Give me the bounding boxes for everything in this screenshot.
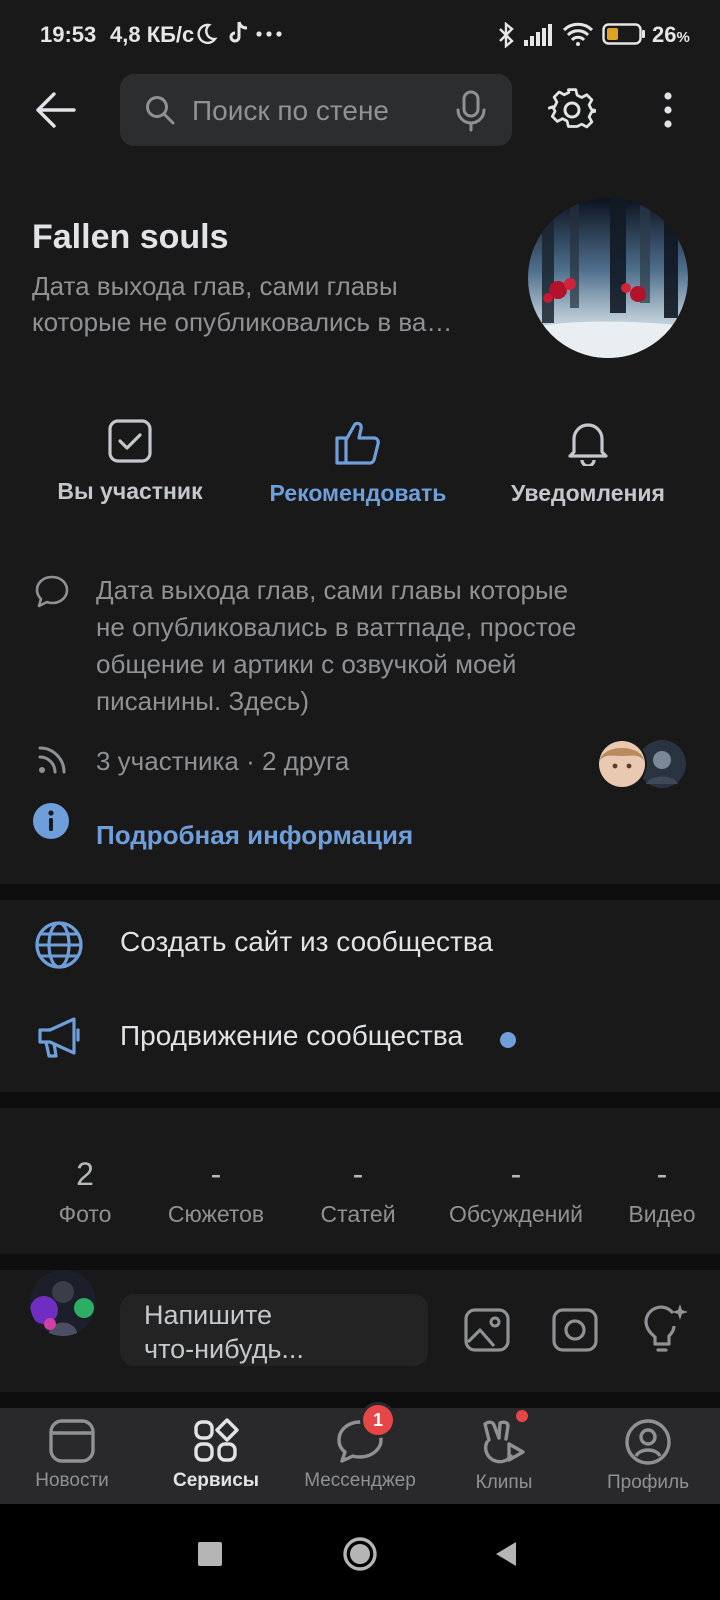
user-avatar[interactable] [30, 1270, 96, 1336]
tab-label: Клипы [475, 1472, 533, 1493]
rss-icon [36, 744, 68, 776]
counter-value: - [210, 1156, 222, 1192]
counter-label: Статей [320, 1201, 396, 1227]
clips-icon [432, 1410, 576, 1466]
tab-label: Сервисы [172, 1470, 260, 1491]
thumbs-up-icon [248, 418, 468, 466]
new-indicator-dot [500, 1032, 516, 1048]
counter-photos[interactable]: 2 Фото [40, 1156, 130, 1228]
microphone-icon[interactable] [456, 90, 486, 132]
create-site-label: Создать сайт из сообщества [120, 926, 494, 957]
community-status-line: которые не опубликовались в ва… [32, 307, 453, 337]
tiktok-icon [226, 20, 250, 46]
status-bar: 19:53 4,8 КБ/с 26% [0, 0, 720, 70]
counter-value: - [656, 1156, 668, 1192]
profile-icon [576, 1418, 720, 1466]
info-icon [32, 802, 70, 840]
counter-value: - [352, 1156, 364, 1192]
more-info-link[interactable]: Подробная информация [96, 820, 413, 851]
description-line: не опубликовались в ваттпаде, простое [96, 612, 577, 642]
search-placeholder[interactable]: Поиск по стене [192, 95, 389, 127]
battery-icon [602, 22, 646, 46]
wifi-icon [562, 22, 594, 46]
news-icon [0, 1418, 144, 1464]
community-name: Fallen souls [32, 218, 229, 256]
moon-icon [194, 22, 218, 46]
messenger-icon: 1 [288, 1402, 432, 1464]
counter-label: Обсуждений [448, 1201, 584, 1227]
tab-label: Профиль [606, 1472, 690, 1493]
tab-profile[interactable]: Профиль [576, 1418, 720, 1494]
recommend-button[interactable]: Рекомендовать [248, 418, 468, 507]
checkbox-icon [20, 418, 240, 464]
notifications-label: Уведомления [511, 480, 665, 506]
tab-news[interactable]: Новости [0, 1418, 144, 1492]
counter-label: Фото [58, 1201, 112, 1227]
globe-icon [34, 920, 84, 970]
services-icon [144, 1418, 288, 1464]
wall-search-bar[interactable]: Поиск по стене [120, 74, 512, 146]
counter-label: Сюжетов [167, 1201, 265, 1227]
promotion-row[interactable]: Продвижение сообщества [0, 996, 720, 1092]
description-line: писанины. Здесь) [96, 686, 309, 716]
counter-stories[interactable]: - Сюжетов [150, 1156, 282, 1228]
community-status[interactable]: Дата выхода глав, сами главы которые не … [32, 268, 492, 340]
create-site-row[interactable]: Создать сайт из сообщества [0, 900, 720, 996]
member-status-label: Вы участник [57, 478, 203, 504]
home-button[interactable] [342, 1536, 378, 1572]
cellular-signal-icon [524, 24, 552, 46]
back-button[interactable] [34, 90, 76, 130]
description-line: общение и артики с озвучкой моей [96, 649, 517, 679]
section-divider [0, 1254, 720, 1270]
idea-lightbulb-icon[interactable] [640, 1302, 690, 1354]
composer-placeholder-line: Напишите [144, 1300, 273, 1330]
bell-icon [478, 418, 698, 466]
tab-clips[interactable]: Клипы [432, 1410, 576, 1494]
counter-videos[interactable]: - Видео [610, 1156, 714, 1228]
composer-placeholder-line: что-нибудь... [144, 1334, 304, 1364]
new-clips-dot [516, 1410, 528, 1422]
tab-services[interactable]: Сервисы [144, 1418, 288, 1492]
members-count[interactable]: 3 участника · 2 друга [96, 746, 349, 777]
counter-articles[interactable]: - Статей [300, 1156, 416, 1228]
counter-discussions[interactable]: - Обсуждений [436, 1156, 596, 1228]
story-camera-icon[interactable] [552, 1308, 598, 1352]
counter-label: Видео [628, 1201, 696, 1227]
recommend-label: Рекомендовать [269, 480, 447, 506]
section-divider [0, 1092, 720, 1108]
notifications-button[interactable]: Уведомления [478, 418, 698, 507]
tab-label: Мессенджер [304, 1470, 416, 1491]
member-status-button[interactable]: Вы участник [20, 418, 240, 505]
tab-label: Новости [35, 1470, 109, 1491]
settings-gear-icon[interactable] [548, 86, 596, 134]
battery-percent: 26% [652, 22, 690, 47]
more-options-icon[interactable] [664, 92, 672, 128]
description-icon [34, 574, 70, 608]
bluetooth-icon [496, 22, 516, 48]
counter-value: 2 [76, 1156, 94, 1192]
promotion-label: Продвижение сообщества [120, 1020, 464, 1051]
status-network-speed: 4,8 КБ/с [110, 22, 195, 47]
back-nav-button[interactable] [494, 1540, 518, 1568]
community-avatar[interactable] [528, 198, 688, 358]
megaphone-icon [36, 1016, 84, 1060]
post-composer-input[interactable]: Напишите что-нибудь... [120, 1294, 428, 1366]
section-divider [0, 884, 720, 900]
system-navigation-bar [0, 1504, 720, 1600]
description-line: Дата выхода глав, сами главы которые [96, 575, 569, 605]
community-status-line: Дата выхода глав, сами главы [32, 271, 398, 301]
photo-attach-icon[interactable] [464, 1308, 510, 1352]
more-notifications-icon [256, 31, 284, 37]
status-time: 19:53 [40, 22, 97, 47]
tab-messenger[interactable]: 1 Мессенджер [288, 1402, 432, 1492]
counter-value: - [510, 1156, 522, 1192]
member-avatars[interactable] [596, 738, 688, 790]
recent-apps-button[interactable] [198, 1542, 222, 1566]
unread-badge: 1 [360, 1402, 396, 1438]
search-icon [144, 94, 176, 126]
section-divider [0, 1392, 720, 1408]
community-description: Дата выхода глав, сами главы которые не … [96, 572, 656, 720]
